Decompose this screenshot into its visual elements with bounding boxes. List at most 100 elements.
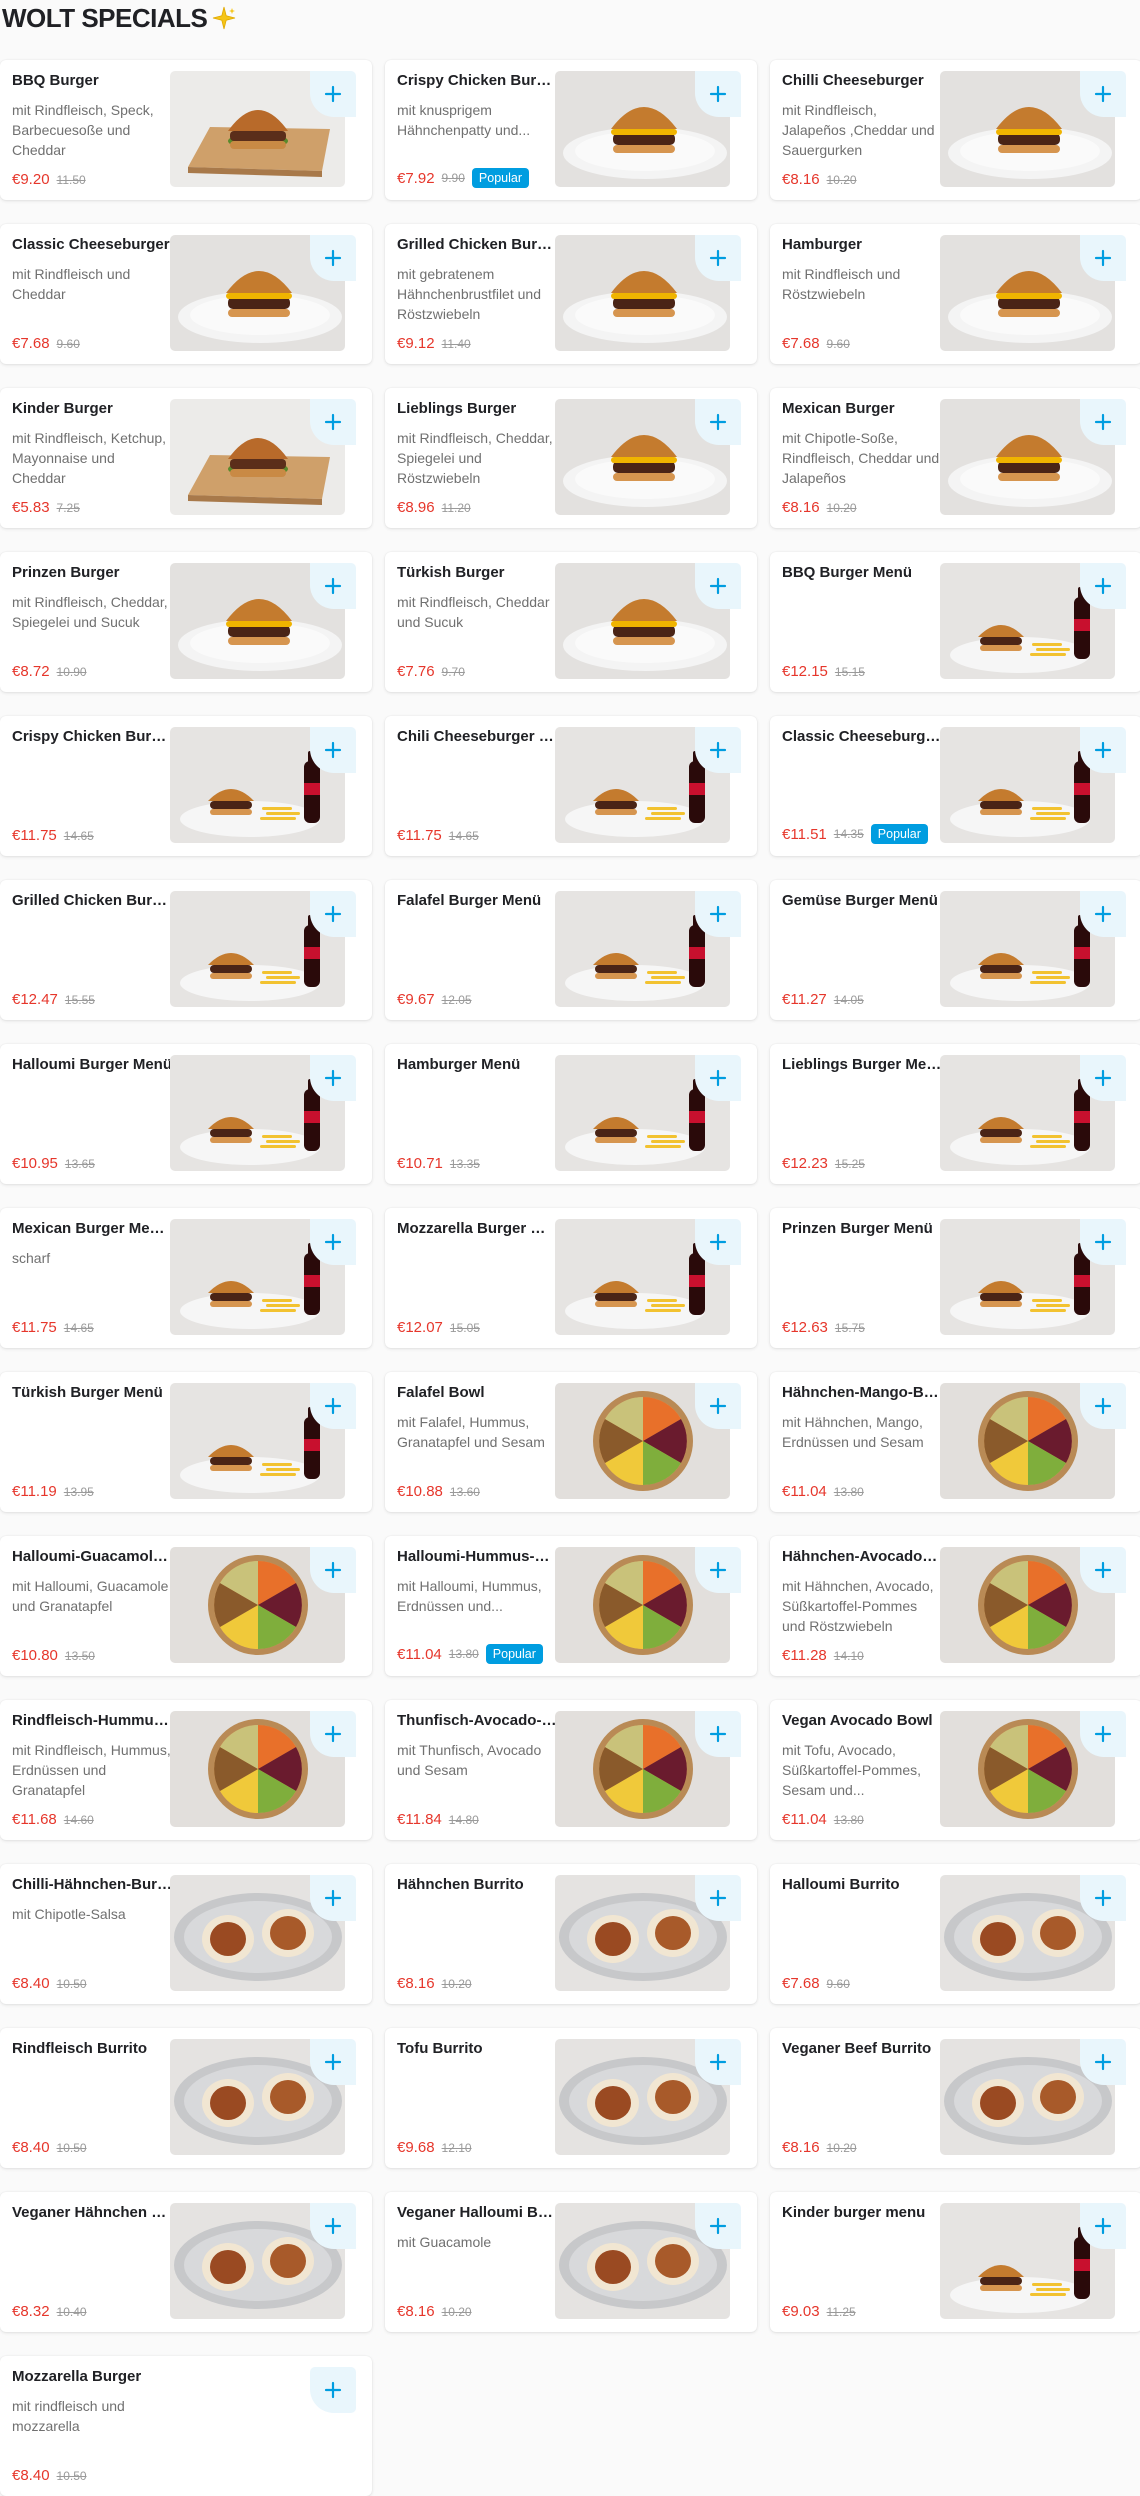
add-to-cart-button[interactable] bbox=[1080, 2203, 1126, 2249]
item-description: scharf bbox=[12, 1250, 51, 1266]
add-to-cart-button[interactable] bbox=[695, 399, 741, 445]
menu-item-card[interactable]: Grilled Chicken Burge... €12.47 15.55 bbox=[0, 880, 372, 1020]
add-to-cart-button[interactable] bbox=[1080, 1055, 1126, 1101]
add-to-cart-button[interactable] bbox=[310, 1055, 356, 1101]
add-to-cart-button[interactable] bbox=[695, 1875, 741, 1921]
add-to-cart-button[interactable] bbox=[1080, 1711, 1126, 1757]
menu-item-card[interactable]: Mexican Burger Menü ... scharf €11.75 14.65 bbox=[0, 1208, 372, 1348]
menu-item-card[interactable]: Hähnchen-Mango-Bowl mit Hähnchen, Mango, … bbox=[770, 1372, 1140, 1512]
add-to-cart-button[interactable] bbox=[1080, 235, 1126, 281]
menu-item-card[interactable]: Lieblings Burger Menü €12.23 15.25 bbox=[770, 1044, 1140, 1184]
add-to-cart-button[interactable] bbox=[1080, 1875, 1126, 1921]
add-to-cart-button[interactable] bbox=[310, 563, 356, 609]
add-to-cart-button[interactable] bbox=[695, 1547, 741, 1593]
menu-item-card[interactable]: Falafel Burger Menü €9.67 12.05 bbox=[385, 880, 757, 1020]
menu-item-card[interactable]: Crispy Chicken Burger mit knusprigem Hähn… bbox=[385, 60, 757, 200]
menu-item-card[interactable]: Tofu Burrito €9.68 12.10 bbox=[385, 2028, 757, 2168]
menu-item-card[interactable]: Crispy Chicken Burger... €11.75 14.65 bbox=[0, 716, 372, 856]
menu-item-card[interactable]: Falafel Bowl mit Falafel, Hummus, Granata… bbox=[385, 1372, 757, 1512]
add-to-cart-button[interactable] bbox=[310, 2367, 356, 2413]
menu-item-card[interactable]: Mexican Burger mit Chipotle-Soße, Rindfle… bbox=[770, 388, 1140, 528]
add-to-cart-button[interactable] bbox=[1080, 1547, 1126, 1593]
add-to-cart-button[interactable] bbox=[310, 2039, 356, 2085]
menu-item-card[interactable]: Hähnchen Burrito €8.16 10.20 bbox=[385, 1864, 757, 2004]
menu-item-card[interactable]: Mozzarella Burger Me... €12.07 15.05 bbox=[385, 1208, 757, 1348]
add-to-cart-button[interactable] bbox=[1080, 2039, 1126, 2085]
menu-item-card[interactable]: Veganer Hähnchen Bu... €8.32 10.40 bbox=[0, 2192, 372, 2332]
menu-item-card[interactable]: Prinzen Burger mit Rindfleisch, Cheddar, … bbox=[0, 552, 372, 692]
add-to-cart-button[interactable] bbox=[695, 1055, 741, 1101]
add-to-cart-button[interactable] bbox=[695, 727, 741, 773]
add-to-cart-button[interactable] bbox=[310, 1547, 356, 1593]
add-to-cart-button[interactable] bbox=[310, 727, 356, 773]
add-to-cart-button[interactable] bbox=[695, 235, 741, 281]
menu-item-card[interactable]: Mozzarella Burger mit rindfleisch und moz… bbox=[0, 2356, 372, 2496]
add-to-cart-button[interactable] bbox=[695, 1711, 741, 1757]
add-to-cart-button[interactable] bbox=[1080, 727, 1126, 773]
item-price: €10.88 bbox=[397, 1483, 443, 1500]
add-to-cart-button[interactable] bbox=[1080, 399, 1126, 445]
plus-icon bbox=[1094, 905, 1112, 923]
add-to-cart-button[interactable] bbox=[310, 71, 356, 117]
add-to-cart-button[interactable] bbox=[1080, 71, 1126, 117]
menu-item-card[interactable]: Vegan Avocado Bowl mit Tofu, Avocado, Süß… bbox=[770, 1700, 1140, 1840]
item-price: €12.47 bbox=[12, 991, 58, 1008]
item-name: Lieblings Burger Menü bbox=[782, 1056, 942, 1073]
menu-item-card[interactable]: Chilli Cheeseburger mit Rindfleisch, Jala… bbox=[770, 60, 1140, 200]
menu-item-card[interactable]: Halloumi-Guacamole-... mit Halloumi, Guac… bbox=[0, 1536, 372, 1676]
menu-item-card[interactable]: Chilli-Hähnchen-Burrito mit Chipotle-Sals… bbox=[0, 1864, 372, 2004]
item-name: Hähnchen-Mango-Bowl bbox=[782, 1384, 942, 1401]
item-text: Prinzen Burger Menü €12.63 15.75 bbox=[782, 1220, 942, 1336]
menu-item-card[interactable]: Chili Cheeseburger M... €11.75 14.65 bbox=[385, 716, 757, 856]
item-description: mit gebratenem Hähnchenbrustfilet und Rö… bbox=[397, 266, 541, 322]
add-to-cart-button[interactable] bbox=[695, 563, 741, 609]
menu-item-card[interactable]: Türkish Burger Menü €11.19 13.95 bbox=[0, 1372, 372, 1512]
menu-item-card[interactable]: Prinzen Burger Menü €12.63 15.75 bbox=[770, 1208, 1140, 1348]
menu-item-card[interactable]: Halloumi Burrito €7.68 9.60 bbox=[770, 1864, 1140, 2004]
add-to-cart-button[interactable] bbox=[695, 1219, 741, 1265]
menu-item-card[interactable]: Halloumi Burger Menü €10.95 13.65 bbox=[0, 1044, 372, 1184]
menu-item-card[interactable]: Grilled Chicken Burger mit gebratenem Häh… bbox=[385, 224, 757, 364]
add-to-cart-button[interactable] bbox=[1080, 1219, 1126, 1265]
add-to-cart-button[interactable] bbox=[310, 399, 356, 445]
add-to-cart-button[interactable] bbox=[695, 1383, 741, 1429]
menu-item-card[interactable]: Hamburger Menü €10.71 13.35 bbox=[385, 1044, 757, 1184]
add-to-cart-button[interactable] bbox=[695, 2039, 741, 2085]
menu-item-card[interactable]: Lieblings Burger mit Rindfleisch, Cheddar… bbox=[385, 388, 757, 528]
add-to-cart-button[interactable] bbox=[695, 891, 741, 937]
menu-item-card[interactable]: Gemüse Burger Menü €11.27 14.05 bbox=[770, 880, 1140, 1020]
add-to-cart-button[interactable] bbox=[695, 2203, 741, 2249]
add-to-cart-button[interactable] bbox=[310, 1711, 356, 1757]
menu-item-card[interactable]: Rindfleisch Burrito €8.40 10.50 bbox=[0, 2028, 372, 2168]
add-to-cart-button[interactable] bbox=[310, 2203, 356, 2249]
menu-item-card[interactable]: Kinder burger menu €9.03 11.25 bbox=[770, 2192, 1140, 2332]
menu-item-card[interactable]: Classic Cheeseburger mit Rindfleisch und … bbox=[0, 224, 372, 364]
add-to-cart-button[interactable] bbox=[1080, 1383, 1126, 1429]
add-to-cart-button[interactable] bbox=[1080, 563, 1126, 609]
menu-item-card[interactable]: Hähnchen-Avocado-B... mit Hähnchen, Avoca… bbox=[770, 1536, 1140, 1676]
menu-item-card[interactable]: Classic Cheeseburger... €11.51 14.35 Popula… bbox=[770, 716, 1140, 856]
add-to-cart-button[interactable] bbox=[310, 1875, 356, 1921]
menu-item-card[interactable]: Kinder Burger mit Rindfleisch, Ketchup, M… bbox=[0, 388, 372, 528]
plus-icon bbox=[324, 905, 342, 923]
add-to-cart-button[interactable] bbox=[310, 1219, 356, 1265]
item-text: Gemüse Burger Menü €11.27 14.05 bbox=[782, 892, 942, 1008]
price-row: €9.68 12.10 bbox=[397, 2139, 472, 2156]
item-price: €5.83 bbox=[12, 499, 50, 516]
menu-item-card[interactable]: Thunfisch-Avocado-B... mit Thunfisch, Avo… bbox=[385, 1700, 757, 1840]
add-to-cart-button[interactable] bbox=[310, 891, 356, 937]
menu-item-card[interactable]: Veganer Halloumi Bur... mit Guacamole €8.1… bbox=[385, 2192, 757, 2332]
menu-item-card[interactable]: Halloumi-Hummus-Bo... mit Halloumi, Hummu… bbox=[385, 1536, 757, 1676]
menu-item-card[interactable]: Veganer Beef Burrito €8.16 10.20 bbox=[770, 2028, 1140, 2168]
menu-item-card[interactable]: Türkish Burger mit Rindfleisch, Cheddar u… bbox=[385, 552, 757, 692]
menu-item-card[interactable]: Rindfleisch-Hummus-... mit Rindfleisch, H… bbox=[0, 1700, 372, 1840]
add-to-cart-button[interactable] bbox=[1080, 891, 1126, 937]
menu-item-card[interactable]: Hamburger mit Rindfleisch und Röstzwiebel… bbox=[770, 224, 1140, 364]
menu-item-card[interactable]: BBQ Burger mit Rindfleisch, Speck, Barbec… bbox=[0, 60, 372, 200]
item-name: Grilled Chicken Burger bbox=[397, 236, 557, 253]
menu-item-card[interactable]: BBQ Burger Menü €12.15 15.15 bbox=[770, 552, 1140, 692]
add-to-cart-button[interactable] bbox=[310, 1383, 356, 1429]
add-to-cart-button[interactable] bbox=[310, 235, 356, 281]
add-to-cart-button[interactable] bbox=[695, 71, 741, 117]
item-description: mit Rindfleisch, Jalapeños ,Cheddar und … bbox=[782, 102, 935, 158]
